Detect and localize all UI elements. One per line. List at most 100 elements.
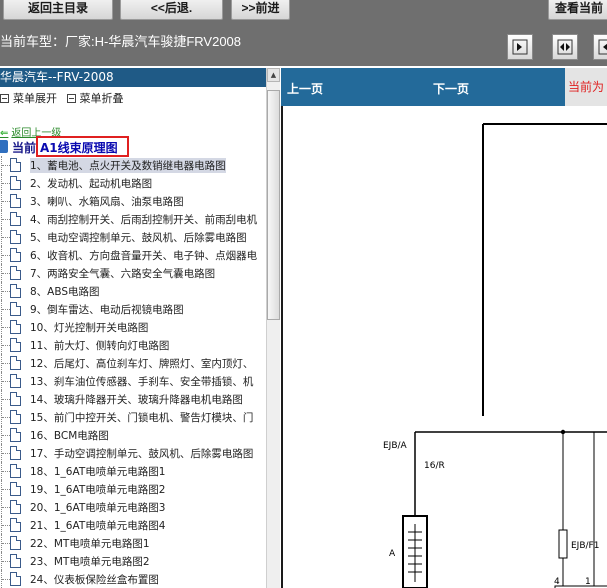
tree-item-label: 7、两路安全气囊、六路安全气囊电路图: [30, 268, 216, 280]
tree-item[interactable]: 10、灯光控制开关电路图: [0, 318, 266, 336]
tree-item[interactable]: 4、雨刮控制开关、后雨刮控制开关、前雨刮电机: [0, 210, 266, 228]
document-icon: [10, 356, 21, 370]
green-back-arrow-icon: ⇐: [0, 128, 9, 139]
document-icon: [10, 194, 21, 208]
tree-item-label: 8、ABS电路图: [30, 286, 100, 298]
current-title: A1线束原理图: [40, 141, 118, 155]
collapse-menu-button[interactable]: 菜单折叠: [66, 90, 124, 106]
tree-item-label: 21、1_6AT电喷单元电路图4: [30, 520, 166, 532]
tree-connector-line: [2, 453, 10, 454]
document-icon: [10, 572, 21, 586]
document-icon: [10, 374, 21, 388]
tree-item[interactable]: 22、MT电喷单元电路图1: [0, 534, 266, 552]
tree-item-label: 15、前门中控开关、门锁电机、警告灯模块、门: [30, 412, 254, 424]
tree-item-label: 19、1_6AT电喷单元电路图2: [30, 484, 166, 496]
scroll-up-arrow-icon[interactable]: ▲: [267, 68, 280, 82]
document-icon: [10, 302, 21, 316]
tree-list: 1、蓄电池、点火开关及数销继电器电路图 2、发动机、起动机电路图 3、喇叭、水箱风扇…: [0, 156, 266, 588]
current-page-label: 当前为: [565, 68, 607, 106]
tree-item[interactable]: 14、玻璃升降器开关、玻璃升降器电机电路图: [0, 390, 266, 408]
tree-item-label: 17、手动空调控制单元、鼓风机、后除雾电路图: [30, 448, 254, 460]
tree-item[interactable]: 21、1_6AT电喷单元电路图4: [0, 516, 266, 534]
tree-item[interactable]: 2、发动机、起动机电路图: [0, 174, 266, 192]
tree-item[interactable]: 12、后尾灯、高位刹车灯、牌照灯、室内顶灯、: [0, 354, 266, 372]
wire-code-label: 16/R: [424, 461, 445, 471]
tree-item-label: 24、仪表板保险丝盒布置图: [30, 574, 159, 586]
document-icon: [10, 554, 21, 568]
tree-connector-line: [2, 165, 10, 166]
layout-right-button[interactable]: [593, 34, 607, 60]
vehicle-bar: 当前车型：厂家:H-华晨汽车骏捷FRV2008: [0, 28, 607, 66]
tree-item[interactable]: 6、收音机、方向盘音量开关、电子钟、点烟器电: [0, 246, 266, 264]
tree-connector-line: [2, 543, 10, 544]
document-icon: [10, 428, 21, 442]
document-icon: [10, 410, 21, 424]
tree-item-label: 14、玻璃升降器开关、玻璃升降器电机电路图: [30, 394, 243, 406]
back-button[interactable]: <<后退.: [120, 0, 223, 20]
tree-item[interactable]: 5、电动空调控制单元、鼓风机、后除雾电路图: [0, 228, 266, 246]
tree-item-label: 16、BCM电路图: [30, 430, 109, 442]
collapse-icon: [66, 93, 76, 103]
panel-left-arrow-icon: [598, 39, 607, 55]
tree-item[interactable]: 3、喇叭、水箱风扇、油泵电路图: [0, 192, 266, 210]
document-icon: [10, 230, 21, 244]
fuse-label: EJB/F1: [571, 541, 599, 551]
tree-item[interactable]: 16、BCM电路图: [0, 426, 266, 444]
tree-connector-line: [2, 309, 10, 310]
tree-title: 华晨汽车--FRV-2008: [0, 68, 280, 87]
fuse-ejb-f1: [558, 529, 568, 559]
tree-item-label: 20、1_6AT电喷单元电路图3: [30, 502, 166, 514]
tree-item[interactable]: 23、MT电喷单元电路图2: [0, 552, 266, 570]
ejb-a-label: EJB/A: [383, 441, 408, 451]
tree-connector-line: [2, 363, 10, 364]
previous-page-link[interactable]: 上一页: [287, 80, 323, 97]
tree-item[interactable]: 24、仪表板保险丝盒布置图: [0, 570, 266, 588]
diagram-nav-bar: 上一页 下一页 当前为: [281, 68, 607, 106]
return-home-button[interactable]: 返回主目录: [3, 0, 113, 20]
document-icon: [10, 338, 21, 352]
tree-actions: 菜单展开 菜单折叠: [0, 90, 130, 108]
scroll-thumb[interactable]: [267, 90, 280, 320]
tree-connector-line: [2, 255, 10, 256]
tree-item[interactable]: 15、前门中控开关、门锁电机、警告灯模块、门: [0, 408, 266, 426]
current-vehicle-label: 当前车型：厂家:H-华晨汽车骏捷FRV2008: [0, 34, 242, 49]
layout-left-button[interactable]: [507, 34, 533, 60]
tree-item[interactable]: 8、ABS电路图: [0, 282, 266, 300]
tree-connector-line: [2, 345, 10, 346]
tree-item-label: 18、1_6AT电喷单元电路图1: [30, 466, 166, 478]
tree-connector-line: [2, 327, 10, 328]
tree-item-label: 12、后尾灯、高位刹车灯、牌照灯、室内顶灯、: [30, 358, 254, 370]
junction-dot: [560, 429, 566, 435]
layout-split-button[interactable]: [552, 34, 578, 60]
tree-item[interactable]: 19、1_6AT电喷单元电路图2: [0, 480, 266, 498]
view-current-button[interactable]: 查看当前: [548, 0, 607, 20]
tree-connector-line: [2, 525, 10, 526]
panel-right-arrow-icon: [512, 39, 528, 55]
tree-item-label: 6、收音机、方向盘音量开关、电子钟、点烟器电: [30, 250, 258, 262]
expand-menu-label: 菜单展开: [13, 92, 57, 105]
tree-item[interactable]: 17、手动空调控制单元、鼓风机、后除雾电路图: [0, 444, 266, 462]
tree-item-label: 5、电动空调控制单元、鼓风机、后除雾电路图: [30, 232, 247, 244]
tree-connector-line: [2, 489, 10, 490]
document-icon: [10, 284, 21, 298]
tree-item[interactable]: 9、倒车雷达、电动后视镜电路图: [0, 300, 266, 318]
tree-item[interactable]: 18、1_6AT电喷单元电路图1: [0, 462, 266, 480]
tree-connector-line: [2, 237, 10, 238]
tree-item[interactable]: 13、刹车油位传感器、手刹车、安全带插锁、机: [0, 372, 266, 390]
tree-item[interactable]: 11、前大灯、侧转向灯电路图: [0, 336, 266, 354]
tree-connector-line: [2, 291, 10, 292]
tree-item-label: 23、MT电喷单元电路图2: [30, 556, 150, 568]
navigation-tree-panel: 华晨汽车--FRV-2008 菜单展开 菜单折叠 ⇐ 返回上一级 当前 A1线束原…: [0, 68, 280, 588]
forward-button[interactable]: >>前进: [231, 0, 290, 20]
expand-menu-button[interactable]: 菜单展开: [0, 90, 57, 106]
tree-connector-line: [2, 201, 10, 202]
document-icon: [10, 536, 21, 550]
tree-item[interactable]: 1、蓄电池、点火开关及数销继电器电路图: [0, 156, 266, 174]
next-page-link[interactable]: 下一页: [433, 80, 469, 97]
tree-item[interactable]: 7、两路安全气囊、六路安全气囊电路图: [0, 264, 266, 282]
document-icon: [10, 158, 21, 172]
diagram-panel: 上一页 下一页 当前为 EJB/A 16/R A EJB/F1 4 1: [281, 68, 607, 588]
document-icon: [10, 482, 21, 496]
tree-item[interactable]: 20、1_6AT电喷单元电路图3: [0, 498, 266, 516]
tree-scrollbar[interactable]: ▲: [266, 68, 280, 588]
